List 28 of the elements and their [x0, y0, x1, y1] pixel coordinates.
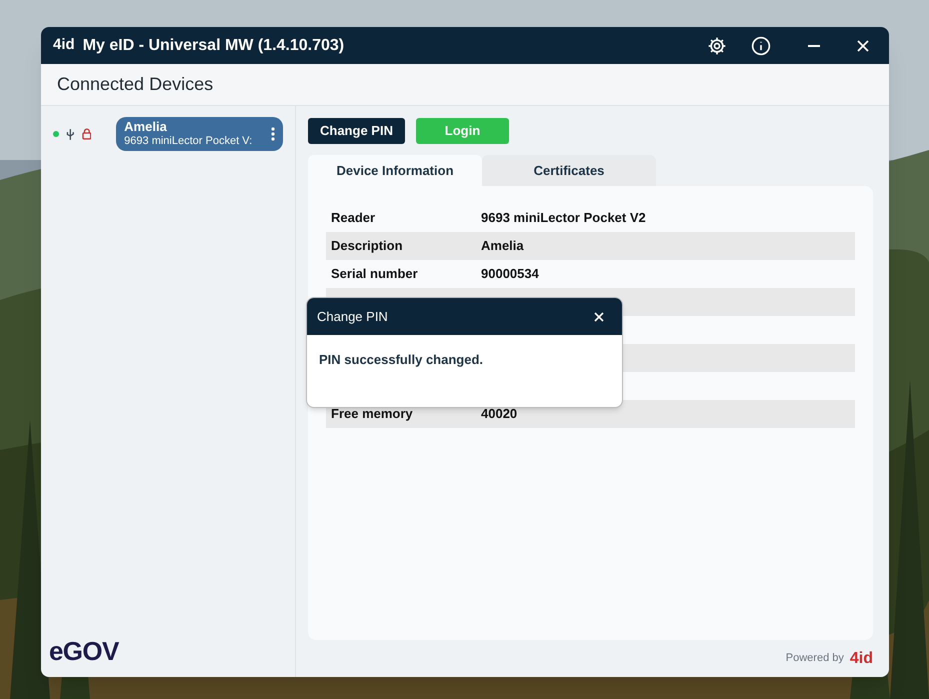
- window-title: My eID - Universal MW (1.4.10.703): [82, 36, 344, 56]
- row-label: Serial number: [331, 265, 419, 284]
- change-pin-button[interactable]: Change PIN: [308, 118, 405, 144]
- row-value: 90000534: [481, 265, 539, 284]
- app-logo: 4id: [53, 35, 75, 56]
- info-icon[interactable]: [751, 36, 771, 56]
- powered-by-logo: 4id: [850, 648, 873, 668]
- tab[interactable]: Certificates: [482, 155, 656, 186]
- device-reader: 9693 miniLector Pocket V:: [124, 135, 254, 149]
- close-icon[interactable]: [594, 312, 604, 322]
- close-icon[interactable]: [857, 40, 869, 52]
- usb-icon: [66, 128, 74, 140]
- row-value: 9693 miniLector Pocket V2: [481, 209, 646, 228]
- row-label: Reader: [331, 209, 376, 228]
- tab[interactable]: Device Information: [308, 155, 482, 186]
- dialog-message: PIN successfully changed.: [319, 352, 484, 367]
- more-icon[interactable]: [271, 127, 275, 141]
- device-item[interactable]: Amelia 9693 miniLector Pocket V:: [116, 117, 283, 151]
- row-label: Description: [331, 237, 404, 256]
- section-title: Connected Devices: [57, 73, 214, 96]
- row-value: Amelia: [481, 237, 524, 256]
- dialog-title: Change PIN: [317, 308, 388, 326]
- brand-logo: eGOV: [49, 636, 119, 666]
- settings-icon[interactable]: [707, 36, 727, 56]
- row-label: Free memory: [331, 405, 414, 424]
- powered-by-label: Powered by: [786, 651, 844, 666]
- device-name: Amelia: [124, 119, 168, 136]
- row-value: 40020: [481, 405, 518, 424]
